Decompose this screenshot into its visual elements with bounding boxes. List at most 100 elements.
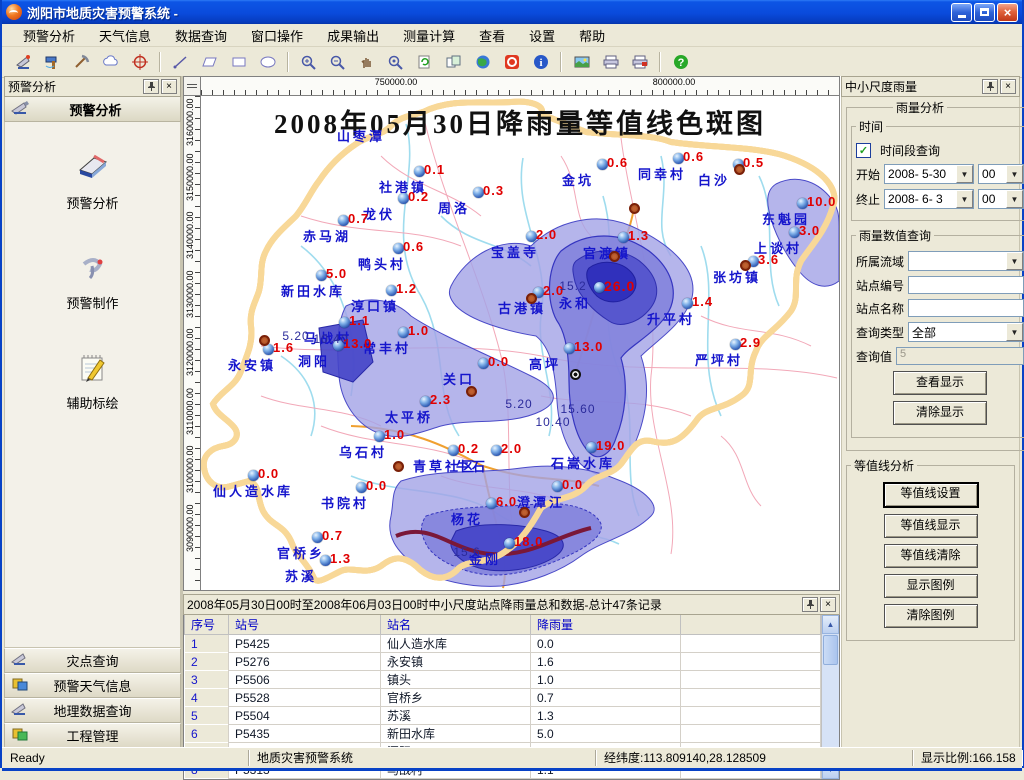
refresh-icon[interactable] bbox=[411, 49, 438, 76]
image-icon[interactable] bbox=[568, 49, 595, 76]
copy-icon[interactable] bbox=[440, 49, 467, 76]
table-row[interactable]: 5P5504苏溪1.3 bbox=[185, 707, 821, 725]
chevron-down-icon[interactable]: ▼ bbox=[1006, 252, 1023, 270]
stop-icon[interactable] bbox=[498, 49, 525, 76]
button-清除图例[interactable]: 清除图例 bbox=[884, 604, 978, 628]
rectangle-tool-icon[interactable] bbox=[225, 49, 252, 76]
pin-icon[interactable] bbox=[982, 79, 998, 94]
button-等值线设置[interactable]: 等值线设置 bbox=[883, 482, 979, 508]
chevron-down-icon[interactable]: ▼ bbox=[956, 190, 973, 208]
basin-combo[interactable]: ▼ bbox=[908, 251, 1024, 271]
target-icon[interactable] bbox=[126, 49, 153, 76]
button-等值线显示[interactable]: 等值线显示 bbox=[884, 514, 978, 538]
brown-town-marker-icon bbox=[526, 293, 537, 304]
station-id-label: 站点编号 bbox=[856, 277, 904, 294]
table-row[interactable]: 3P5506镇头1.0 bbox=[185, 671, 821, 689]
chevron-down-icon[interactable]: ▼ bbox=[956, 165, 973, 183]
station-value: 0.1 bbox=[424, 162, 445, 177]
weather-icon bbox=[11, 676, 29, 695]
table-row[interactable]: 2P5276永安镇1.6 bbox=[185, 653, 821, 671]
sidebar-bar-label: 灾点查询 bbox=[35, 651, 150, 670]
button-查看显示[interactable]: 查看显示 bbox=[893, 371, 987, 395]
menu-item-5[interactable]: 成果输出 bbox=[316, 24, 390, 47]
brown-town-marker-icon bbox=[466, 386, 477, 397]
print-setup-icon[interactable] bbox=[626, 49, 653, 76]
line-tool-icon[interactable] bbox=[167, 49, 194, 76]
sidebar-bar-灾点查询[interactable]: 灾点查询 bbox=[4, 648, 181, 673]
cloud-icon[interactable] bbox=[97, 49, 124, 76]
zoom-in-icon[interactable] bbox=[295, 49, 322, 76]
end-hour-combo[interactable]: 00 ▼ bbox=[978, 189, 1024, 209]
menu-item-2[interactable]: 天气信息 bbox=[88, 24, 162, 47]
button-显示图例[interactable]: 显示图例 bbox=[884, 574, 978, 598]
help-icon[interactable]: ? bbox=[667, 49, 694, 76]
menu-item-9[interactable]: 帮助 bbox=[568, 24, 616, 47]
ellipse-tool-icon[interactable] bbox=[254, 49, 281, 76]
hammer-icon[interactable] bbox=[39, 49, 66, 76]
close-icon[interactable]: × bbox=[820, 597, 836, 612]
query-type-combo[interactable]: 全部 ▼ bbox=[908, 322, 1024, 342]
toolbar-separator bbox=[287, 52, 289, 72]
sidebar-tool-辅助标绘[interactable]: 辅助标绘 bbox=[66, 350, 118, 412]
black-town-marker-icon bbox=[570, 369, 581, 380]
sidebar-section-header[interactable]: 预警分析 bbox=[4, 97, 181, 122]
table-row[interactable]: 6P5435新田水库5.0 bbox=[185, 725, 821, 743]
start-date-combo[interactable]: 2008- 5-30 ▼ bbox=[884, 164, 974, 184]
close-icon[interactable]: × bbox=[161, 79, 177, 94]
scroll-up-icon[interactable]: ▲ bbox=[822, 615, 839, 634]
column-header-降雨量[interactable]: 降雨量 bbox=[531, 615, 681, 635]
column-header-站名[interactable]: 站名 bbox=[381, 615, 531, 635]
radar-dish-icon[interactable] bbox=[10, 49, 37, 76]
menu-item-1[interactable]: 预警分析 bbox=[12, 24, 86, 47]
brown-town-marker-icon bbox=[259, 335, 270, 346]
query-value-input[interactable]: 5 bbox=[896, 347, 1024, 365]
print-icon[interactable] bbox=[597, 49, 624, 76]
button-等值线清除[interactable]: 等值线清除 bbox=[884, 544, 978, 568]
station-name: 金刚 bbox=[469, 549, 589, 568]
chevron-down-icon[interactable]: ▼ bbox=[1006, 190, 1023, 208]
sidebar-tool-预警分析[interactable]: 预警分析 bbox=[66, 150, 118, 212]
close-icon[interactable]: × bbox=[1000, 79, 1016, 94]
maximize-button[interactable] bbox=[974, 3, 995, 22]
pick-icon[interactable] bbox=[68, 49, 95, 76]
sidebar-pane-title-text: 预警分析 bbox=[8, 78, 141, 95]
column-header-序号[interactable]: 序号 bbox=[185, 615, 229, 635]
chevron-down-icon[interactable]: ▼ bbox=[1006, 165, 1023, 183]
start-hour-combo[interactable]: 00 ▼ bbox=[978, 164, 1024, 184]
table-row[interactable]: 4P5528官桥乡0.7 bbox=[185, 689, 821, 707]
station-name: 书院村 bbox=[321, 493, 441, 512]
globe-icon[interactable] bbox=[469, 49, 496, 76]
scroll-thumb[interactable] bbox=[823, 635, 838, 665]
station-name-input[interactable] bbox=[908, 299, 1024, 317]
vruler-label: 3090000.00 bbox=[185, 504, 195, 552]
zoom-out-icon[interactable] bbox=[324, 49, 351, 76]
column-header-站号[interactable]: 站号 bbox=[229, 615, 381, 635]
polygon-tool-icon[interactable] bbox=[196, 49, 223, 76]
sidebar-bar-地理数据查询[interactable]: 地理数据查询 bbox=[4, 698, 181, 723]
info-icon[interactable]: i bbox=[527, 49, 554, 76]
end-date-combo[interactable]: 2008- 6- 3 ▼ bbox=[884, 189, 974, 209]
station-id-input[interactable] bbox=[908, 276, 1024, 294]
menu-item-8[interactable]: 设置 bbox=[518, 24, 566, 47]
table-row[interactable]: 1P5425仙人造水库0.0 bbox=[185, 635, 821, 653]
close-button[interactable]: × bbox=[997, 3, 1018, 22]
menu-item-7[interactable]: 查看 bbox=[468, 24, 516, 47]
menu-item-4[interactable]: 窗口操作 bbox=[240, 24, 314, 47]
pin-icon[interactable] bbox=[802, 597, 818, 612]
sidebar-tool-预警制作[interactable]: 预警制作 bbox=[66, 250, 118, 312]
menu-item-6[interactable]: 测量计算 bbox=[392, 24, 466, 47]
vruler-label: 3110000.00 bbox=[185, 388, 195, 435]
pan-hand-icon[interactable] bbox=[353, 49, 380, 76]
time-range-checkbox[interactable]: ✓ bbox=[856, 143, 871, 158]
sidebar-bar-预警天气信息[interactable]: 预警天气信息 bbox=[4, 673, 181, 698]
minimize-button[interactable] bbox=[951, 3, 972, 22]
map-canvas[interactable]: 2008年05月30日降雨量等值线色斑图 山枣潭0.1社港镇0.2龙伏0.3周洛… bbox=[201, 96, 840, 591]
menu-item-3[interactable]: 数据查询 bbox=[164, 24, 238, 47]
sidebar-bar-工程管理[interactable]: 工程管理 bbox=[4, 723, 181, 748]
zoom-select-icon[interactable] bbox=[382, 49, 409, 76]
svg-text:?: ? bbox=[677, 57, 684, 69]
button-清除显示[interactable]: 清除显示 bbox=[893, 401, 987, 425]
pin-icon[interactable] bbox=[143, 79, 159, 94]
chevron-down-icon[interactable]: ▼ bbox=[1006, 323, 1023, 341]
end-label: 终止 bbox=[856, 191, 880, 208]
